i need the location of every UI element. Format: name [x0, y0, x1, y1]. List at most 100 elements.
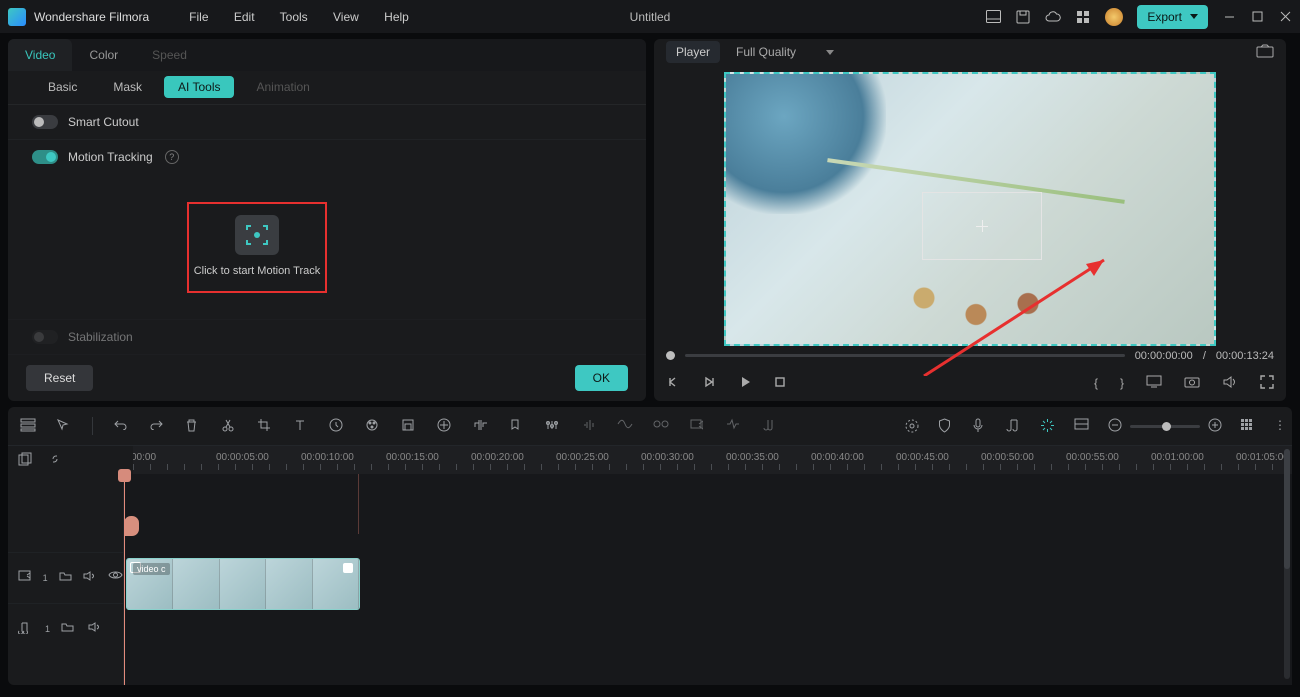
time-ruler[interactable]: 00:0000:00:05:0000:00:10:0000:00:15:0000…: [133, 446, 1292, 474]
zoom-slider[interactable]: [1130, 425, 1200, 428]
more-options-icon[interactable]: ⋮: [1274, 418, 1280, 434]
redo-icon[interactable]: [149, 418, 165, 434]
layout-icon[interactable]: [985, 9, 1001, 25]
window-minimize-button[interactable]: [1222, 10, 1236, 24]
play-forward-button[interactable]: [702, 375, 716, 392]
audio-ducking-icon[interactable]: [617, 418, 633, 434]
shield-icon[interactable]: [938, 418, 954, 434]
app-logo-icon: [8, 8, 26, 26]
delete-icon[interactable]: [185, 418, 201, 434]
motion-track-target[interactable]: [922, 192, 1042, 260]
color-tag-icon[interactable]: [365, 418, 381, 434]
audio-sync-icon[interactable]: [725, 418, 741, 434]
save-icon[interactable]: [1015, 9, 1031, 25]
clip-end-marker: [358, 474, 359, 534]
beat-detection-icon[interactable]: [761, 418, 777, 434]
subtab-animation[interactable]: Animation: [242, 76, 323, 98]
prev-frame-button[interactable]: [666, 375, 680, 392]
keyframe-icon[interactable]: [437, 418, 453, 434]
render-preview-icon[interactable]: [904, 418, 920, 434]
green-screen-icon[interactable]: [401, 418, 417, 434]
detach-audio-icon[interactable]: [473, 418, 489, 434]
mixer-icon[interactable]: [653, 418, 669, 434]
display-settings-icon[interactable]: [1146, 375, 1162, 391]
window-close-button[interactable]: [1278, 10, 1292, 24]
snap-icon[interactable]: [1074, 418, 1090, 434]
track-mute-icon[interactable]: [83, 570, 97, 586]
reset-button[interactable]: Reset: [26, 365, 93, 391]
playhead-handle[interactable]: [118, 469, 131, 482]
split-icon[interactable]: [221, 418, 237, 434]
menu-help[interactable]: Help: [384, 10, 409, 24]
ok-button[interactable]: OK: [575, 365, 628, 391]
smart-cutout-toggle[interactable]: [32, 115, 58, 129]
menu-file[interactable]: File: [189, 10, 208, 24]
track-mute-icon[interactable]: [88, 621, 104, 637]
subtab-mask[interactable]: Mask: [99, 76, 156, 98]
fullscreen-icon[interactable]: [1260, 375, 1274, 392]
voiceover-mic-icon[interactable]: [972, 418, 988, 434]
preview-frame[interactable]: [724, 72, 1216, 346]
scrub-track[interactable]: [685, 354, 1125, 357]
chevron-down-icon: [826, 50, 834, 55]
link-tracks-icon[interactable]: [48, 452, 64, 468]
menu-tools[interactable]: Tools: [280, 10, 308, 24]
smart-cutout-row: Smart Cutout: [8, 105, 646, 140]
adjust-icon[interactable]: [545, 418, 561, 434]
play-button[interactable]: [738, 375, 752, 392]
account-avatar-icon[interactable]: [1105, 8, 1123, 26]
timeline-marker[interactable]: [124, 516, 139, 536]
video-clip[interactable]: video c: [126, 558, 360, 610]
zoom-out-button[interactable]: [1108, 418, 1122, 435]
volume-icon[interactable]: [1222, 375, 1238, 392]
track-visibility-icon[interactable]: [108, 570, 123, 586]
apps-icon[interactable]: [1075, 9, 1091, 25]
snapshot-icon[interactable]: [1256, 44, 1274, 61]
help-icon[interactable]: ?: [165, 150, 179, 164]
text-icon[interactable]: [293, 418, 309, 434]
menu-view[interactable]: View: [333, 10, 359, 24]
undo-icon[interactable]: [113, 418, 129, 434]
capture-icon[interactable]: [1184, 375, 1200, 391]
playback-quality-select[interactable]: Full Quality: [736, 45, 834, 59]
stabilization-label: Stabilization: [68, 330, 133, 344]
timeline-panel: ⋮ 00:0000:00:05:0000:00:10:0000:00:15:00…: [8, 407, 1292, 685]
crop-icon[interactable]: [257, 418, 273, 434]
timeline-view-options-icon[interactable]: [1240, 418, 1256, 434]
timeline-scrollbar-thumb[interactable]: [1284, 449, 1290, 569]
scrub-bar[interactable]: 00:00:00:00 / 00:00:13:24: [654, 346, 1286, 366]
ruler-label: 00:00:40:00: [811, 452, 864, 463]
subtab-ai-tools[interactable]: AI Tools: [164, 76, 234, 98]
selection-tool-icon[interactable]: [56, 418, 72, 434]
scrub-handle[interactable]: [666, 351, 675, 360]
audio-mixer-icon[interactable]: [1006, 418, 1022, 434]
properties-panel: Video Color Speed Basic Mask AI Tools An…: [8, 39, 646, 401]
tab-speed[interactable]: Speed: [135, 39, 204, 71]
tab-video[interactable]: Video: [8, 39, 72, 71]
track-manager-icon[interactable]: [20, 418, 36, 434]
subtab-basic[interactable]: Basic: [34, 76, 91, 98]
cloud-icon[interactable]: [1045, 9, 1061, 25]
mark-out-icon[interactable]: }: [1120, 376, 1124, 390]
window-maximize-button[interactable]: [1250, 10, 1264, 24]
player-tab[interactable]: Player: [666, 41, 720, 63]
mark-in-icon[interactable]: {: [1094, 376, 1098, 390]
marker-icon[interactable]: [509, 418, 525, 434]
copy-track-icon[interactable]: [18, 452, 34, 468]
preview-area[interactable]: [654, 66, 1286, 346]
track-area[interactable]: video c: [124, 474, 1292, 685]
speed-duration-icon[interactable]: [329, 418, 345, 434]
track-folder-icon[interactable]: [59, 570, 73, 586]
tab-color[interactable]: Color: [72, 39, 135, 71]
menu-edit[interactable]: Edit: [234, 10, 255, 24]
start-motion-track-button[interactable]: [235, 215, 279, 255]
track-folder-icon[interactable]: [61, 621, 77, 637]
auto-ripple-icon[interactable]: [1040, 418, 1056, 434]
zoom-in-button[interactable]: [1208, 418, 1222, 435]
motion-tracking-toggle[interactable]: [32, 150, 58, 164]
record-voiceover-icon[interactable]: [689, 418, 705, 434]
stop-button[interactable]: [774, 376, 786, 391]
audio-stretch-icon[interactable]: [581, 418, 597, 434]
export-button[interactable]: Export: [1137, 5, 1208, 29]
playhead-line[interactable]: [124, 474, 125, 685]
